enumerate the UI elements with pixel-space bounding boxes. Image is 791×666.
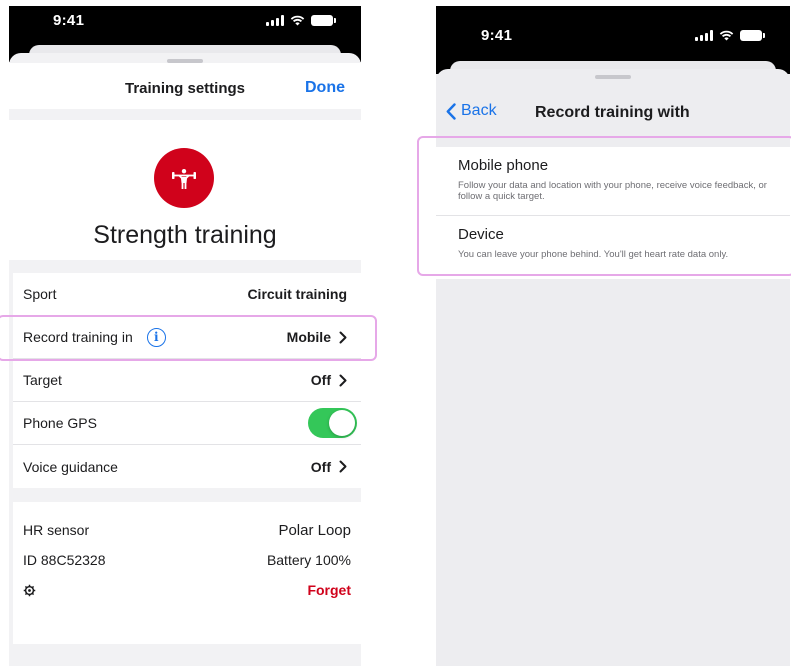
device-actions-row: Forget: [23, 575, 351, 605]
status-time: 9:41: [481, 27, 513, 44]
strength-figure-icon: [154, 148, 214, 208]
target-label: Target: [23, 372, 62, 388]
status-time: 9:41: [53, 12, 85, 29]
gear-icon[interactable]: [23, 584, 36, 597]
done-button[interactable]: Done: [305, 79, 345, 97]
device-id-label: ID 88C52328: [23, 552, 106, 568]
cellular-signal-icon: [695, 30, 713, 41]
hr-sensor-value: Polar Loop: [278, 521, 351, 539]
voice-guidance-label: Voice guidance: [23, 458, 118, 475]
target-value: Off: [310, 372, 331, 388]
training-settings-list: Sport Circuit training Record training i…: [13, 273, 361, 488]
wifi-icon: [719, 30, 734, 41]
cellular-signal-icon: [266, 15, 284, 26]
phone-gps-row: Phone GPS: [13, 402, 361, 445]
sport-title: Strength training: [93, 221, 277, 249]
forget-button[interactable]: Forget: [307, 582, 351, 598]
battery-icon: [311, 15, 336, 26]
nav-bar: Training settings Done: [9, 63, 361, 109]
hr-sensor-card: HR sensor Polar Loop ID 88C52328 Battery…: [13, 502, 361, 644]
sport-label: Sport: [23, 286, 57, 302]
chevron-left-icon: [446, 102, 456, 120]
record-options-highlight: [417, 136, 791, 276]
status-icons: [695, 30, 765, 41]
device-id-row: ID 88C52328 Battery 100%: [23, 545, 351, 575]
record-training-highlight: [0, 315, 377, 361]
status-icons: [266, 15, 336, 26]
chevron-right-icon: [339, 460, 347, 473]
back-button[interactable]: Back: [446, 102, 497, 120]
target-row[interactable]: Target Off: [13, 359, 361, 402]
battery-value: Battery 100%: [266, 552, 351, 568]
sport-header: Strength training: [9, 120, 361, 260]
chevron-right-icon: [339, 374, 347, 386]
sport-value: Circuit training: [247, 286, 347, 302]
battery-icon: [740, 30, 765, 41]
voice-guidance-value: Off: [310, 458, 331, 475]
nav-bar: Back Record training with: [436, 79, 790, 137]
page-title: Record training with: [535, 104, 690, 121]
back-label: Back: [461, 102, 497, 119]
sport-row[interactable]: Sport Circuit training: [13, 273, 361, 316]
record-training-with-screen: 9:41 Back Record training with Mobile ph…: [436, 6, 790, 666]
voice-guidance-row[interactable]: Voice guidance Off: [13, 445, 361, 488]
hr-sensor-row: HR sensor Polar Loop: [23, 515, 351, 545]
phone-gps-label: Phone GPS: [23, 415, 97, 431]
hr-sensor-label: HR sensor: [23, 522, 90, 538]
wifi-icon: [290, 15, 305, 26]
phone-gps-toggle[interactable]: [308, 408, 357, 438]
